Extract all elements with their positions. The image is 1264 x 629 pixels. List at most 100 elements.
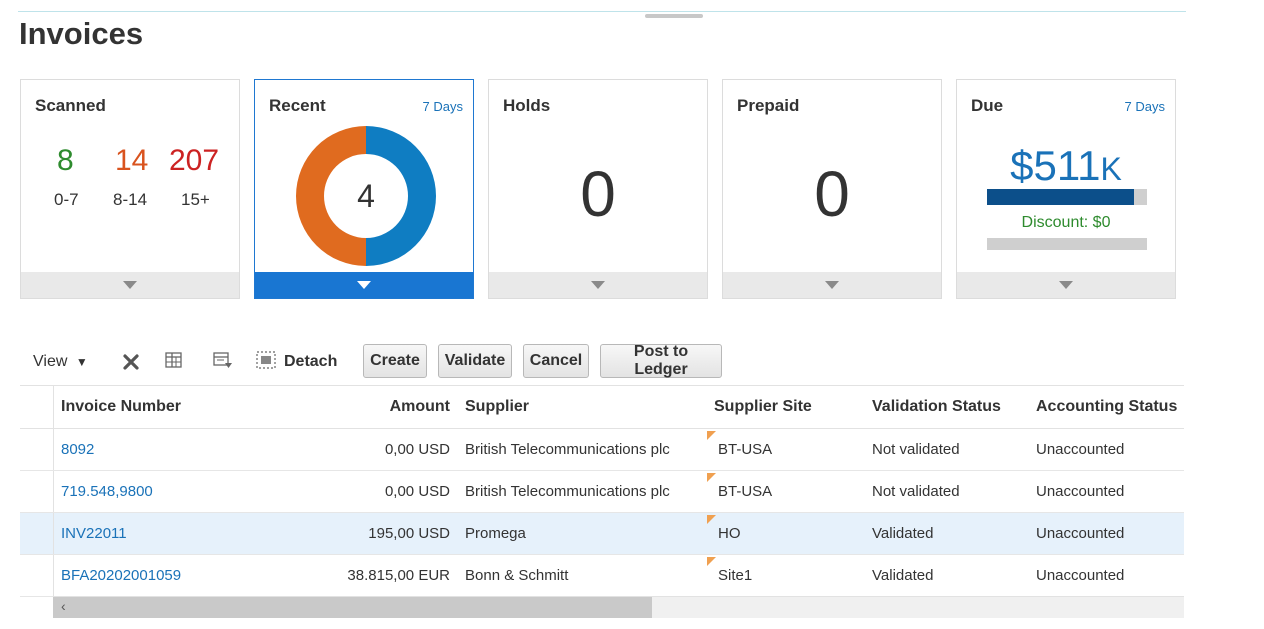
row-selector-header — [20, 386, 54, 428]
scanned-count-15-plus[interactable]: 207 — [169, 144, 219, 178]
cell-validation-status: Not validated — [872, 483, 960, 500]
scanned-count-8-14[interactable]: 14 — [115, 144, 148, 178]
col-validation-status[interactable]: Validation Status — [872, 398, 1001, 416]
col-amount[interactable]: Amount — [290, 398, 450, 416]
due-amount-suffix: K — [1100, 151, 1122, 187]
cell-validation-status: Validated — [872, 525, 934, 542]
tile-prepaid[interactable]: Prepaid 0 — [722, 79, 942, 299]
cell-supplier: British Telecommunications plc — [465, 483, 670, 500]
tile-recent-period-link[interactable]: 7 Days — [423, 99, 463, 114]
tile-due-expand[interactable] — [957, 272, 1175, 298]
tile-holds-expand[interactable] — [489, 272, 707, 298]
scanned-label-15-plus: 15+ — [181, 190, 210, 209]
tile-scanned-title: Scanned — [35, 96, 106, 115]
table-row[interactable]: INV22011 195,00 USD Promega HO Validated Unac… — [20, 513, 1184, 555]
cell-supplier-site: BT-USA — [718, 483, 773, 500]
site-flag-icon — [707, 515, 716, 524]
cell-amount: 38.815,00 EUR — [347, 567, 450, 584]
cell-amount: 0,00 USD — [384, 441, 450, 458]
row-selector[interactable] — [20, 429, 54, 470]
tile-recent-expand[interactable] — [255, 272, 473, 298]
cell-supplier: Bonn & Schmitt — [465, 567, 569, 584]
col-accounting-status[interactable]: Accounting Status — [1036, 398, 1177, 416]
scanned-label-8-14: 8-14 — [113, 190, 148, 209]
tile-due[interactable]: Due 7 Days $511K Discount: $0 — [956, 79, 1176, 299]
tile-due-period-link[interactable]: 7 Days — [1125, 99, 1165, 114]
delete-icon[interactable] — [122, 353, 140, 371]
tile-prepaid-title: Prepaid — [737, 96, 800, 115]
tile-holds[interactable]: Holds 0 — [488, 79, 708, 299]
cell-accounting-status: Unaccounted — [1036, 567, 1125, 584]
scanned-label-0-7: 0-7 — [54, 190, 79, 209]
cell-invoice-number[interactable]: BFA20202001059 — [61, 567, 181, 584]
tile-prepaid-expand[interactable] — [723, 272, 941, 298]
col-invoice-number[interactable]: Invoice Number — [61, 398, 181, 416]
panel-splitter-handle[interactable] — [645, 14, 703, 18]
top-divider — [18, 11, 1186, 12]
page-title: Invoices — [19, 16, 144, 51]
detach-button[interactable]: Detach — [284, 353, 337, 371]
due-progress-fill — [987, 189, 1135, 205]
discount-progress-bar — [987, 238, 1147, 250]
table-row[interactable]: 719.548,9800 0,00 USD British Telecommunic… — [20, 471, 1184, 513]
col-supplier[interactable]: Supplier — [465, 398, 529, 416]
caret-down-icon: ▼ — [75, 355, 88, 369]
tile-scanned[interactable]: Scanned 8 14 207 0-7 8-14 15+ — [20, 79, 240, 299]
tile-scanned-expand[interactable] — [21, 272, 239, 298]
cell-supplier: British Telecommunications plc — [465, 441, 670, 458]
cell-invoice-number[interactable]: 8092 — [61, 441, 94, 458]
cell-amount: 0,00 USD — [384, 483, 450, 500]
site-flag-icon — [707, 473, 716, 482]
invoices-table: Invoice Number Amount Supplier Supplier … — [20, 385, 1184, 597]
cell-supplier: Promega — [465, 525, 526, 542]
table-header: Invoice Number Amount Supplier Supplier … — [20, 386, 1184, 429]
validate-button[interactable]: Validate — [438, 344, 512, 378]
chevron-down-icon — [1059, 281, 1073, 289]
scrollbar-thumb[interactable] — [53, 597, 653, 618]
cell-accounting-status: Unaccounted — [1036, 441, 1125, 458]
site-flag-icon — [707, 431, 716, 440]
row-selector[interactable] — [20, 555, 54, 596]
site-flag-icon — [707, 557, 716, 566]
cell-supplier-site: HO — [718, 525, 741, 542]
table-row[interactable]: BFA20202001059 38.815,00 EUR Bonn & Schmit… — [20, 555, 1184, 597]
wrap-columns-icon[interactable] — [212, 350, 234, 370]
scroll-left-icon[interactable]: ‹ — [61, 598, 66, 614]
detach-icon[interactable] — [255, 350, 277, 370]
tile-recent-title: Recent — [269, 96, 326, 115]
cell-amount: 195,00 USD — [368, 525, 450, 542]
col-supplier-site[interactable]: Supplier Site — [714, 398, 812, 416]
tile-due-title: Due — [971, 96, 1004, 115]
chevron-down-icon — [123, 281, 137, 289]
scanned-count-0-7[interactable]: 8 — [57, 144, 74, 178]
row-selector[interactable] — [20, 471, 54, 512]
view-menu-label: View — [33, 353, 68, 370]
due-amount[interactable]: $511K — [957, 142, 1175, 190]
cell-supplier-site: BT-USA — [718, 441, 773, 458]
due-progress-bar — [987, 189, 1147, 205]
recent-count: 4 — [357, 178, 375, 214]
donut-segment-0[interactable] — [366, 126, 436, 266]
cell-accounting-status: Unaccounted — [1036, 525, 1125, 542]
cell-supplier-site: Site1 — [718, 567, 753, 584]
freeze-columns-icon[interactable] — [164, 350, 184, 370]
horizontal-scrollbar[interactable] — [53, 596, 1184, 618]
cell-invoice-number[interactable]: 719.548,9800 — [61, 483, 153, 500]
view-menu[interactable]: View ▼ — [33, 353, 88, 371]
cell-validation-status: Validated — [872, 567, 934, 584]
holds-count[interactable]: 0 — [489, 162, 707, 226]
post-to-ledger-button[interactable]: Post to Ledger — [600, 343, 722, 378]
donut-segment-1[interactable] — [296, 126, 366, 266]
tile-recent[interactable]: Recent 7 Days 4 — [254, 79, 474, 299]
prepaid-count[interactable]: 0 — [723, 162, 941, 226]
due-amount-value: $511 — [1010, 142, 1101, 189]
create-button[interactable]: Create — [363, 344, 427, 378]
cancel-button[interactable]: Cancel — [523, 344, 589, 378]
row-selector[interactable] — [20, 513, 54, 554]
recent-donut-chart[interactable]: 4 — [295, 125, 437, 267]
cell-validation-status: Not validated — [872, 441, 960, 458]
tile-holds-title: Holds — [503, 96, 551, 115]
table-row[interactable]: 8092 0,00 USD British Telecommunications p… — [20, 429, 1184, 471]
chevron-down-icon — [825, 281, 839, 289]
cell-invoice-number[interactable]: INV22011 — [61, 525, 127, 542]
